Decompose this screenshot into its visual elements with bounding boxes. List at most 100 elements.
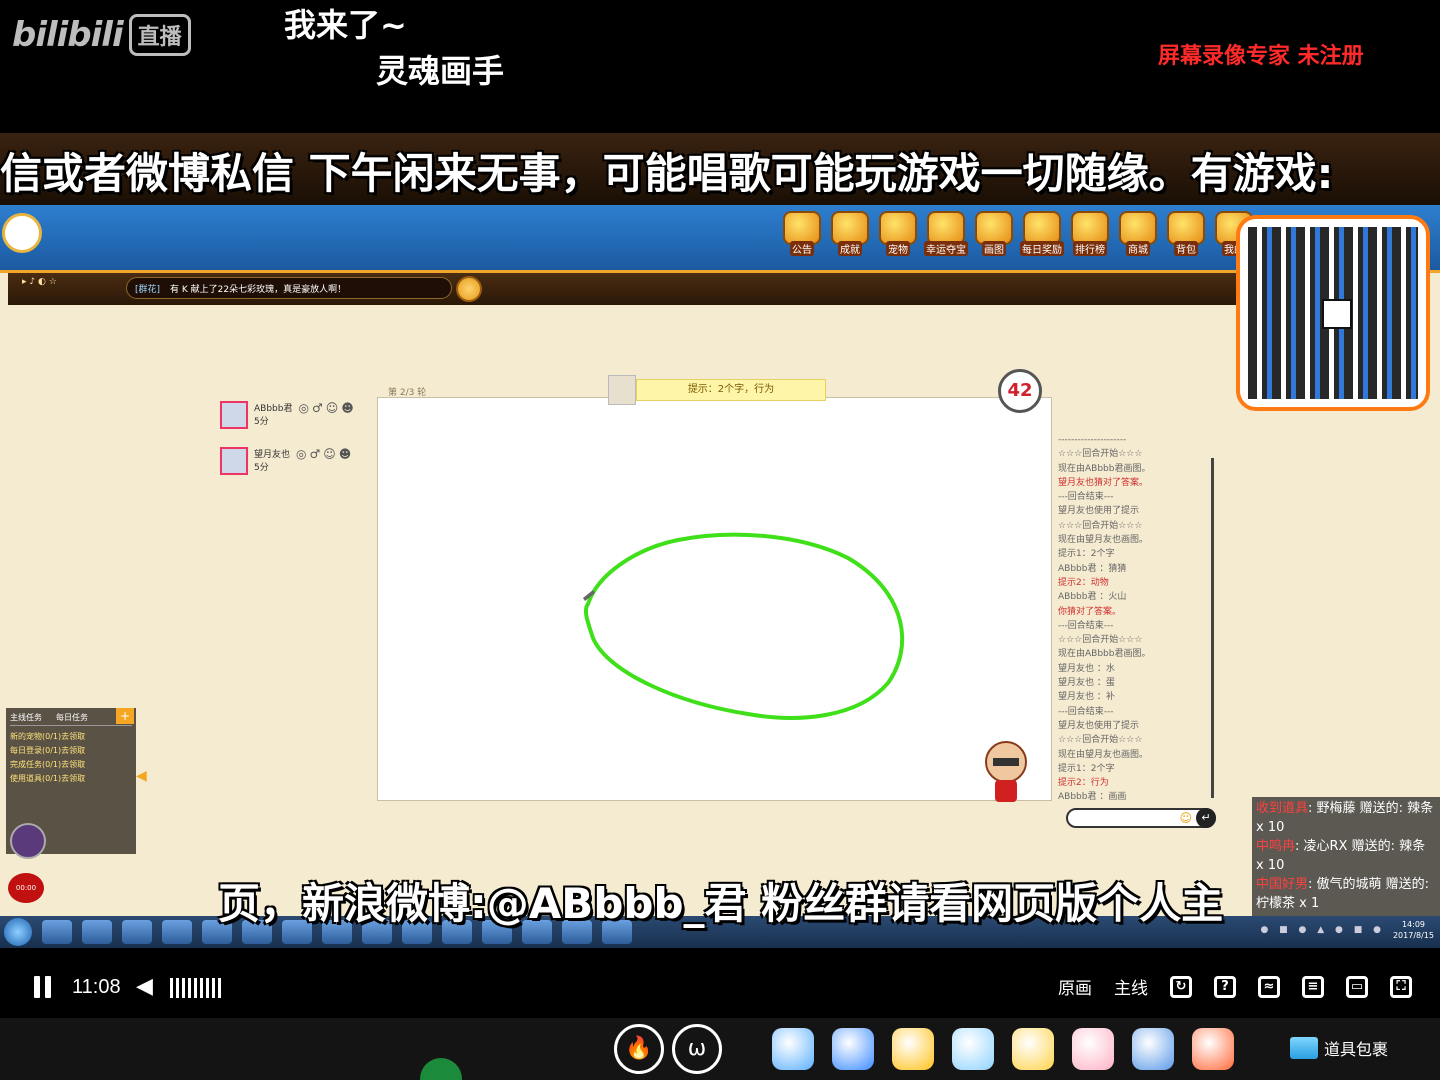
send-icon[interactable]: ↵ bbox=[1196, 808, 1216, 828]
menu-bag[interactable]: 背包 bbox=[1164, 211, 1208, 256]
chat-scrollbar[interactable] bbox=[1211, 458, 1214, 798]
emoji-icon[interactable]: ☺ bbox=[1179, 811, 1192, 825]
qr-logo bbox=[1322, 299, 1352, 329]
menu-achievement[interactable]: 成就 bbox=[828, 211, 872, 256]
chat-line: --------------------- bbox=[1058, 435, 1127, 445]
gift-item-icon[interactable] bbox=[1192, 1028, 1234, 1070]
playback-time: 11:08 bbox=[72, 976, 121, 998]
menu-pet[interactable]: 宠物 bbox=[876, 211, 920, 256]
task-item[interactable]: 使用道具(0/1)去领取 bbox=[10, 772, 132, 786]
player-name: 望月友也 bbox=[254, 450, 291, 460]
player-score: 5分 bbox=[254, 417, 269, 427]
chat-line: ☆☆☆回合开始☆☆☆ bbox=[1058, 520, 1143, 531]
gift-bag-button[interactable]: 道具包裹 bbox=[1290, 1036, 1388, 1060]
hint-bar: 提示：2个字，行为 bbox=[636, 379, 826, 401]
hot-flame-button[interactable]: 🔥 bbox=[614, 1024, 664, 1074]
chat-input[interactable]: ☺ ↵ bbox=[1066, 808, 1216, 828]
chat-line: 提示1：2个字 bbox=[1058, 549, 1115, 560]
task-item[interactable]: 完成任务(0/1)去领取 bbox=[10, 758, 132, 772]
system-clock: 14:09 2017/8/15 bbox=[1392, 920, 1434, 940]
tv-icon[interactable]: ▭ bbox=[1346, 975, 1368, 998]
gift-feed-item: 中国好男: 傲气的城萌 赠送的: 柠檬茶 x 1 bbox=[1256, 877, 1430, 911]
task-add-icon[interactable]: + bbox=[116, 708, 134, 724]
refresh-icon[interactable]: ↻ bbox=[1170, 975, 1192, 998]
info-bar: ▸ ♪ ◐ ☆ [群花] 有 K 献上了22朵七彩玫瑰，真是豪放人啊！ bbox=[8, 273, 1428, 305]
assistant-avatar[interactable] bbox=[10, 823, 46, 859]
danmaku-toggle-icon[interactable]: ≡ bbox=[1302, 975, 1324, 998]
tab-main-task[interactable]: 主线任务 bbox=[10, 712, 42, 723]
system-tray: ● ■ ● ▲ ● ■ ● 14:09 2017/8/15 bbox=[1260, 919, 1434, 941]
logo-live-badge: 直播 bbox=[128, 14, 191, 56]
gift-item-icon[interactable] bbox=[892, 1028, 934, 1070]
help-icon[interactable]: ? bbox=[1214, 975, 1236, 998]
chat-line: 望月友也使用了提示 bbox=[1058, 720, 1140, 731]
menu-lucky-draw[interactable]: 幸运夺宝 bbox=[924, 211, 968, 256]
subtitle-top: 信或者微博私信 下午闲来无事，可能唱歌可能玩游戏一切随缘。有游戏: bbox=[0, 149, 1334, 198]
game-menu: 公告 成就 宠物 幸运夺宝 画图 每日奖励 排行榜 商城 背包 我的 bbox=[780, 211, 1256, 256]
player-row[interactable]: ABbbb君 5分 ◎♂☺☻ bbox=[220, 401, 357, 429]
drawing-canvas[interactable] bbox=[377, 397, 1052, 801]
menu-announcement[interactable]: 公告 bbox=[780, 211, 824, 256]
chat-line: ☆☆☆回合开始☆☆☆ bbox=[1058, 735, 1143, 746]
task-item[interactable]: 每日登录(0/1)去领取 bbox=[10, 744, 132, 758]
danmaku-2: 灵魂画手 bbox=[376, 52, 505, 90]
player-avatar bbox=[220, 401, 248, 429]
taskbar-app-icon[interactable] bbox=[162, 920, 192, 944]
danmaku-settings-icon[interactable]: ≈ bbox=[1258, 975, 1280, 998]
gift-feed-item: 收到道具: 野梅藤 赠送的: 辣条 x 10 bbox=[1256, 801, 1434, 835]
user-avatar[interactable] bbox=[2, 213, 42, 253]
tab-daily-task[interactable]: 每日任务 bbox=[56, 712, 88, 723]
menu-daily-reward[interactable]: 每日奖励 bbox=[1020, 211, 1064, 256]
volume-icon[interactable]: ◀ bbox=[136, 974, 153, 999]
refresh-icon[interactable] bbox=[456, 276, 482, 302]
player-row[interactable]: 望月友也 5分 ◎♂☺☻ bbox=[220, 447, 354, 475]
drawer-avatar bbox=[608, 375, 636, 405]
chat-line: ABbbb君 ：火山 bbox=[1058, 592, 1127, 603]
chat-line: ☆☆☆回合开始☆☆☆ bbox=[1058, 449, 1143, 460]
chat-line: ---回合结束--- bbox=[1058, 706, 1114, 717]
menu-shop[interactable]: 商城 bbox=[1116, 211, 1160, 256]
chat-line: 现在由望月友也画图。 bbox=[1058, 535, 1149, 546]
menu-draw[interactable]: 画图 bbox=[972, 211, 1016, 256]
drawing-stroke bbox=[583, 532, 905, 720]
line-button[interactable]: 主线 bbox=[1114, 974, 1148, 999]
emoji-button[interactable]: ω bbox=[672, 1024, 722, 1074]
bag-label: 道具包裹 bbox=[1324, 1040, 1389, 1059]
player-action-icons[interactable]: ◎♂☺☻ bbox=[296, 447, 354, 475]
chat-line: ABbbb君 ：画画 bbox=[1058, 792, 1127, 803]
taskbar-app-icon[interactable] bbox=[42, 920, 72, 944]
chat-line: 提示2：行为 bbox=[1058, 778, 1109, 789]
player-name: ABbbb君 bbox=[254, 404, 293, 414]
task-item[interactable]: 新的宠物(0/1)去领取 bbox=[10, 730, 132, 744]
gift-feed-item: 中鸣冉: 凌心RX 赠送的: 辣条 x 10 bbox=[1256, 839, 1426, 873]
start-button-icon[interactable] bbox=[4, 918, 32, 946]
menu-ranking[interactable]: 排行榜 bbox=[1068, 211, 1112, 256]
gift-item-icon[interactable] bbox=[952, 1028, 994, 1070]
taskbar-app-icon[interactable] bbox=[82, 920, 112, 944]
fullscreen-icon[interactable]: ⛶ bbox=[1390, 975, 1412, 998]
chat-line: 提示2：动物 bbox=[1058, 577, 1109, 588]
gift-item-icon[interactable] bbox=[772, 1028, 814, 1070]
player-action-icons[interactable]: ◎♂☺☻ bbox=[298, 401, 356, 429]
task-collapse-icon[interactable]: ◀ bbox=[136, 768, 147, 784]
taskbar-app-icon[interactable] bbox=[122, 920, 152, 944]
chat-line: ☆☆☆回合开始☆☆☆ bbox=[1058, 635, 1143, 646]
pause-button[interactable] bbox=[34, 976, 54, 1000]
gift-item-icon[interactable] bbox=[832, 1028, 874, 1070]
player-score: 5分 bbox=[254, 463, 269, 473]
quality-button[interactable]: 原画 bbox=[1058, 974, 1092, 999]
gift-item-icon[interactable] bbox=[1012, 1028, 1054, 1070]
status-dot bbox=[420, 1058, 462, 1080]
gift-item-icon[interactable] bbox=[1132, 1028, 1174, 1070]
gift-items bbox=[772, 1028, 1234, 1070]
room-info: ▸ ♪ ◐ ☆ bbox=[22, 277, 57, 287]
chat-line: 现在由ABbbb君画图。 bbox=[1058, 649, 1151, 660]
chat-log: --------------------- ☆☆☆回合开始☆☆☆ 现在由ABbbb君… bbox=[1058, 433, 1208, 803]
tray-icons[interactable]: ● ■ ● ▲ ● ■ ● bbox=[1260, 925, 1385, 935]
subtitle-bottom: 页，新浪微博:@ABbbb_君 粉丝群请看网页版个人主 bbox=[218, 879, 1224, 928]
volume-slider[interactable] bbox=[170, 978, 221, 998]
chat-line: 你猜对了答案。 bbox=[1058, 606, 1122, 617]
chat-line: ---回合结束--- bbox=[1058, 492, 1114, 503]
chat-line: 现在由ABbbb君画图。 bbox=[1058, 463, 1151, 474]
gift-item-icon[interactable] bbox=[1072, 1028, 1114, 1070]
